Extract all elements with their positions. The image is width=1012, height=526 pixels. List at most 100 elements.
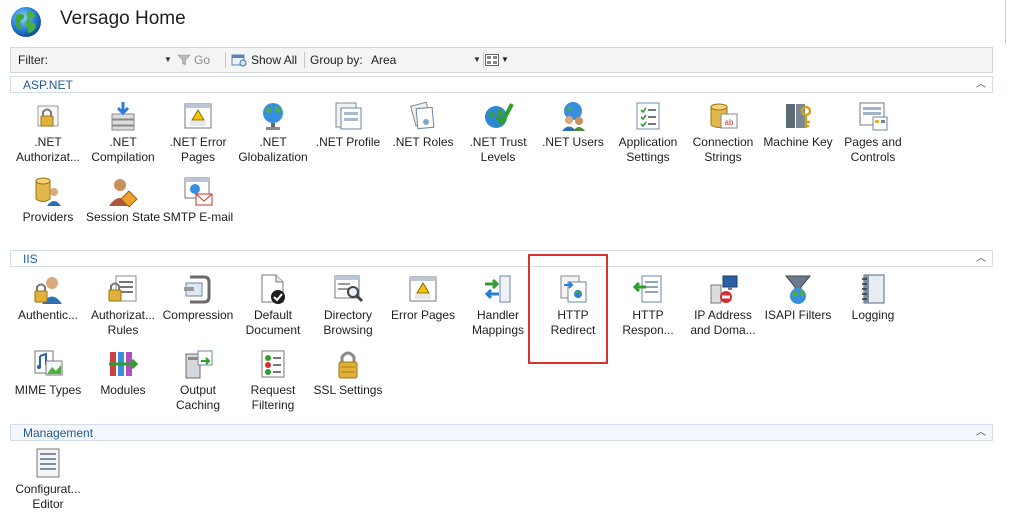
feature-isapi-filters[interactable]: ISAPI Filters — [760, 273, 836, 349]
filter-dropdown-caret-icon[interactable]: ▼ — [164, 48, 172, 72]
globalization-globe-icon — [263, 103, 283, 130]
show-all-icon — [231, 54, 247, 67]
feature-net-users[interactable]: .NET Users — [535, 100, 611, 176]
http-response-icon — [632, 275, 662, 303]
filter-input[interactable] — [59, 51, 174, 69]
authorization-rules-icon — [108, 275, 137, 302]
funnel-icon — [177, 54, 191, 66]
feature-net-error-pages[interactable]: .NET Error Pages — [160, 100, 236, 176]
output-caching-icon — [185, 350, 213, 379]
feature-smtp-email[interactable]: SMTP E-mail — [160, 175, 236, 251]
group-by-select[interactable]: Area — [371, 48, 396, 72]
feature-label: Providers — [22, 210, 74, 224]
feature-label: .NET Users — [542, 135, 604, 149]
feature-label: IP Address and Doma... — [690, 308, 756, 337]
feature-mime-types[interactable]: MIME Types — [10, 348, 86, 424]
trust-levels-icon — [485, 103, 514, 128]
feature-label: Logging — [851, 308, 895, 322]
section-header-iis[interactable]: IIS ︿ — [10, 250, 993, 267]
section-header-management[interactable]: Management ︿ — [10, 424, 993, 441]
feature-net-trust-levels[interactable]: .NET Trust Levels — [460, 100, 536, 176]
feature-authentication[interactable]: Authentic... — [10, 273, 86, 349]
feature-label: Authentic... — [17, 308, 79, 322]
default-document-icon — [261, 274, 285, 304]
feature-label: Machine Key — [763, 135, 833, 149]
feature-configuration-editor[interactable]: Configurat... Editor — [10, 447, 86, 523]
filter-label: Filter: — [18, 53, 48, 67]
pane-divider — [1005, 0, 1006, 44]
machine-key-icon — [786, 104, 812, 128]
globe-icon — [11, 7, 41, 37]
feature-directory-browsing[interactable]: Directory Browsing — [310, 273, 386, 349]
feature-providers[interactable]: Providers — [10, 175, 86, 251]
collapse-icon[interactable]: ︿ — [976, 251, 986, 267]
feature-label: Authorizat... Rules — [90, 308, 156, 337]
feature-label: Error Pages — [390, 308, 456, 322]
feature-session-state[interactable]: Session State — [85, 175, 161, 251]
feature-net-roles[interactable]: .NET Roles — [385, 100, 461, 176]
feature-request-filtering[interactable]: Request Filtering — [235, 348, 311, 424]
view-caret-icon: ▼ — [501, 55, 509, 64]
feature-handler-mappings[interactable]: Handler Mappings — [460, 273, 536, 349]
feature-logging[interactable]: Logging — [835, 273, 911, 349]
configuration-editor-icon — [36, 448, 60, 478]
authentication-icon — [34, 277, 62, 304]
feature-label: Pages and Controls — [844, 135, 902, 164]
feature-net-compilation[interactable]: .NET Compilation — [85, 100, 161, 176]
session-state-icon — [109, 179, 138, 207]
collapse-icon[interactable]: ︿ — [976, 425, 986, 441]
compilation-icon — [111, 102, 135, 131]
feature-label: .NET Compilation — [91, 135, 155, 164]
feature-http-response-headers[interactable]: HTTP Respon... — [610, 273, 686, 349]
feature-output-caching[interactable]: Output Caching — [160, 348, 236, 424]
feature-label: .NET Profile — [315, 135, 381, 149]
isapi-filter-icon — [784, 275, 812, 304]
feature-label: .NET Trust Levels — [469, 135, 527, 164]
users-globe-icon — [562, 102, 585, 131]
feature-application-settings[interactable]: Application Settings — [610, 100, 686, 176]
feature-label: Session State — [85, 210, 161, 224]
feature-default-document[interactable]: Default Document — [235, 273, 311, 349]
view-button[interactable]: ▼ — [485, 48, 509, 72]
section-title: Management — [23, 426, 94, 440]
feature-modules[interactable]: Modules — [85, 348, 161, 424]
smtp-email-icon — [184, 177, 213, 206]
feature-label: .NET Error Pages — [169, 135, 227, 164]
feature-label: SMTP E-mail — [162, 210, 234, 224]
feature-label: Output Caching — [175, 383, 221, 412]
error-page-icon — [409, 276, 437, 302]
go-button[interactable]: Go — [177, 48, 210, 72]
feature-net-authorization[interactable]: .NET Authorizat... — [10, 100, 86, 176]
collapse-icon[interactable]: ︿ — [976, 77, 986, 93]
show-all-label: Show All — [251, 53, 298, 67]
go-label: Go — [194, 53, 211, 67]
feature-authorization-rules[interactable]: Authorizat... Rules — [85, 273, 161, 349]
section-header-aspnet[interactable]: ASP.NET ︿ — [10, 76, 993, 93]
toolbar-separator — [225, 52, 226, 68]
feature-net-profile[interactable]: .NET Profile — [310, 100, 386, 176]
filter-toolbar: Filter: ▼ Go Show All Group by: Area ▼ ▼ — [10, 47, 993, 73]
highlight-annotation — [528, 254, 608, 364]
feature-label: Application Settings — [618, 135, 678, 164]
feature-label: .NET Roles — [392, 135, 454, 149]
feature-label: Connection Strings — [692, 135, 754, 164]
feature-label: MIME Types — [14, 383, 82, 397]
feature-compression[interactable]: Compression — [160, 273, 236, 349]
feature-net-globalization[interactable]: .NET Globalization — [235, 100, 311, 176]
compression-clamp-icon — [184, 275, 211, 304]
feature-label: .NET Globalization — [238, 135, 308, 164]
feature-ip-address-and-domain[interactable]: IP Address and Doma... — [685, 273, 761, 349]
feature-label: Directory Browsing — [323, 308, 373, 337]
feature-ssl-settings[interactable]: SSL Settings — [310, 348, 386, 424]
show-all-button[interactable]: Show All — [231, 48, 297, 72]
group-by-caret-icon[interactable]: ▼ — [473, 48, 481, 72]
page-header: Versago Home — [0, 0, 1012, 44]
feature-label: Request Filtering — [250, 383, 296, 412]
feature-pages-and-controls[interactable]: Pages and Controls — [835, 100, 911, 176]
feature-error-pages[interactable]: Error Pages — [385, 273, 461, 349]
feature-connection-strings[interactable]: ab Connection Strings — [685, 100, 761, 176]
error-page-icon — [184, 103, 212, 129]
feature-machine-key[interactable]: Machine Key — [760, 100, 836, 176]
feature-label: .NET Authorizat... — [15, 135, 81, 164]
roles-icon — [410, 101, 435, 130]
